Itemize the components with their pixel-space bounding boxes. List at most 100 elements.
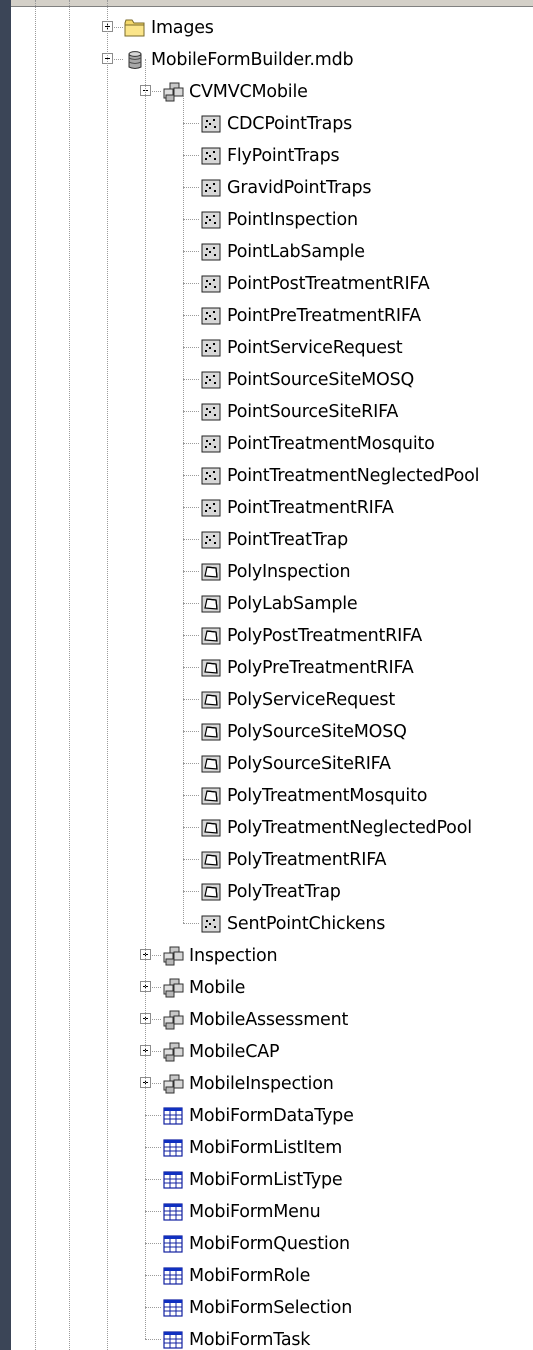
- tree-connector: [183, 635, 199, 636]
- tree-item-label: PolyTreatmentMosquito: [227, 786, 428, 806]
- table-icon: [162, 1138, 184, 1158]
- table-icon: [162, 1106, 184, 1126]
- tree-item-dataset[interactable]: Mobile: [11, 972, 533, 1004]
- tree-connector: [183, 251, 199, 252]
- tree-item-label: CVMVCMobile: [189, 82, 308, 102]
- feature-class-row[interactable]: PolyServiceRequest: [11, 684, 533, 716]
- tree-item-label: PointLabSample: [227, 242, 365, 262]
- feature-class-row[interactable]: PointSourceSiteRIFA: [11, 396, 533, 428]
- table-row[interactable]: MobiFormListType: [11, 1164, 533, 1196]
- feature-class-row[interactable]: PolySourceSiteRIFA: [11, 748, 533, 780]
- polygon-feature-class-icon: [200, 882, 222, 902]
- feature-dataset-icon: [162, 978, 184, 998]
- table-icon: [162, 1202, 184, 1222]
- tree-item-label: GravidPointTraps: [227, 178, 372, 198]
- tree-item-label: PolyInspection: [227, 562, 351, 582]
- feature-class-row[interactable]: PolySourceSiteMOSQ: [11, 716, 533, 748]
- tree-item-label: PointSourceSiteMOSQ: [227, 370, 415, 390]
- tree-item-dataset[interactable]: MobileCAP: [11, 1036, 533, 1068]
- feature-class-row[interactable]: PolyTreatmentNeglectedPool: [11, 812, 533, 844]
- point-feature-class-icon: [200, 466, 222, 486]
- feature-class-row[interactable]: PolyTreatTrap: [11, 876, 533, 908]
- tree-item-label: MobileCAP: [189, 1042, 280, 1062]
- table-row[interactable]: MobiFormTask: [11, 1324, 533, 1350]
- catalog-tree[interactable]: Images MobileFormBuilder.mdb CVMVCMobile CD…: [11, 0, 533, 1350]
- tree-item-dataset[interactable]: Inspection: [11, 940, 533, 972]
- feature-class-row[interactable]: PolyTreatmentRIFA: [11, 844, 533, 876]
- point-feature-class-icon: [200, 242, 222, 262]
- feature-class-row[interactable]: PointSourceSiteMOSQ: [11, 364, 533, 396]
- tree-item-dataset[interactable]: MobileAssessment: [11, 1004, 533, 1036]
- feature-class-row[interactable]: PointTreatmentMosquito: [11, 428, 533, 460]
- feature-class-row[interactable]: PolyPostTreatmentRIFA: [11, 620, 533, 652]
- feature-class-row[interactable]: GravidPointTraps: [11, 172, 533, 204]
- feature-class-row[interactable]: PointServiceRequest: [11, 332, 533, 364]
- tree-item-label: MobiFormTask: [189, 1330, 311, 1350]
- tree-connector: [183, 795, 199, 796]
- feature-class-row[interactable]: PointTreatmentNeglectedPool: [11, 460, 533, 492]
- tree-guide-line: [107, 0, 108, 1350]
- table-icon: [162, 1266, 184, 1286]
- tree-connector: [183, 891, 199, 892]
- tree-item-label: Mobile: [189, 978, 246, 998]
- tree-item-dataset[interactable]: MobileInspection: [11, 1068, 533, 1100]
- polygon-feature-class-icon: [200, 658, 222, 678]
- tree-item-label: PointTreatmentRIFA: [227, 498, 394, 518]
- feature-class-row[interactable]: PointInspection: [11, 204, 533, 236]
- tree-connector: [183, 763, 199, 764]
- feature-dataset-icon: [162, 1074, 184, 1094]
- tree-connector: [183, 379, 199, 380]
- feature-class-row[interactable]: PolyTreatmentMosquito: [11, 780, 533, 812]
- table-icon: [162, 1330, 184, 1350]
- tree-connector: [183, 475, 199, 476]
- tree-connector: [145, 1307, 161, 1308]
- tree-item-label: PointTreatmentMosquito: [227, 434, 435, 454]
- point-feature-class-icon: [200, 274, 222, 294]
- polygon-feature-class-icon: [200, 594, 222, 614]
- table-row[interactable]: MobiFormSelection: [11, 1292, 533, 1324]
- tree-connector: [183, 315, 199, 316]
- feature-dataset-icon: [162, 1010, 184, 1030]
- tree-item-images-folder[interactable]: Images: [11, 12, 533, 44]
- table-row[interactable]: MobiFormQuestion: [11, 1228, 533, 1260]
- tree-connector: [183, 155, 199, 156]
- tree-connector: [145, 1339, 161, 1340]
- tree-connector: [145, 1275, 161, 1276]
- polygon-feature-class-icon: [200, 786, 222, 806]
- table-row[interactable]: MobiFormDataType: [11, 1100, 533, 1132]
- point-feature-class-icon: [200, 306, 222, 326]
- table-row[interactable]: MobiFormListItem: [11, 1132, 533, 1164]
- tree-item-label: MobiFormListType: [189, 1170, 343, 1190]
- feature-class-row[interactable]: CDCPointTraps: [11, 108, 533, 140]
- tree-item-database[interactable]: MobileFormBuilder.mdb: [11, 44, 533, 76]
- tree-connector: [145, 1147, 161, 1148]
- feature-class-row[interactable]: PolyInspection: [11, 556, 533, 588]
- feature-class-row[interactable]: PolyLabSample: [11, 588, 533, 620]
- tree-item-label: Images: [151, 18, 214, 38]
- point-feature-class-icon: [200, 498, 222, 518]
- point-feature-class-icon: [200, 402, 222, 422]
- feature-class-row[interactable]: PointPostTreatmentRIFA: [11, 268, 533, 300]
- tree-item-label: SentPointChickens: [227, 914, 386, 934]
- tree-guide-line: [69, 0, 70, 1350]
- tree-connector: [145, 1211, 161, 1212]
- tree-item-label: PointInspection: [227, 210, 358, 230]
- tree-connector: [183, 667, 199, 668]
- table-icon: [162, 1234, 184, 1254]
- table-row[interactable]: MobiFormMenu: [11, 1196, 533, 1228]
- tree-item-label: PolyTreatmentRIFA: [227, 850, 387, 870]
- tree-item-label: PointSourceSiteRIFA: [227, 402, 399, 422]
- feature-class-row[interactable]: PolyPreTreatmentRIFA: [11, 652, 533, 684]
- tree-item-label: FlyPointTraps: [227, 146, 340, 166]
- tree-item-label: MobiFormMenu: [189, 1202, 321, 1222]
- tree-item-label: PointPostTreatmentRIFA: [227, 274, 430, 294]
- feature-class-row[interactable]: PointTreatTrap: [11, 524, 533, 556]
- feature-class-row[interactable]: SentPointChickens: [11, 908, 533, 940]
- feature-class-row[interactable]: FlyPointTraps: [11, 140, 533, 172]
- table-row[interactable]: MobiFormRole: [11, 1260, 533, 1292]
- feature-class-row[interactable]: PointPreTreatmentRIFA: [11, 300, 533, 332]
- feature-class-row[interactable]: PointLabSample: [11, 236, 533, 268]
- tree-item-dataset[interactable]: CVMVCMobile: [11, 76, 533, 108]
- feature-class-row[interactable]: PointTreatmentRIFA: [11, 492, 533, 524]
- tree-item-label: MobileAssessment: [189, 1010, 349, 1030]
